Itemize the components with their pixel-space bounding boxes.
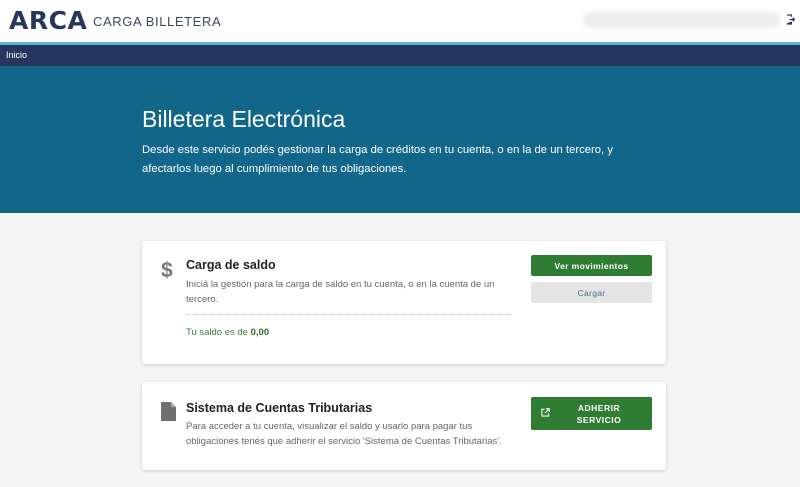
adherir-servicio-button[interactable]: ADHERIR SERVICIO	[531, 397, 652, 430]
card-carga-saldo: $ Carga de saldo Iniciá la gestión para …	[142, 241, 666, 364]
page-description: Desde este servicio podés gestionar la c…	[142, 144, 613, 175]
navbar: Inicio	[0, 45, 800, 66]
arca-logo[interactable]: ARCA	[9, 7, 87, 35]
hero-banner: Billetera Electrónica Desde este servici…	[0, 66, 800, 213]
external-link-icon	[541, 408, 550, 417]
dollar-icon: $	[161, 259, 173, 282]
card-cuentas-tributarias: Sistema de Cuentas Tributarias Para acce…	[142, 382, 666, 470]
document-icon	[161, 402, 176, 421]
page-title: Billetera Electrónica	[142, 106, 346, 132]
card-description: Iniciá la gestión para la carga de saldo…	[186, 279, 495, 305]
ver-movimientos-button[interactable]: Ver movimientos	[531, 255, 652, 276]
balance-value: 0,00	[250, 327, 270, 338]
balance-text: Tu saldo es de 0,00	[186, 327, 269, 339]
nav-link-inicio[interactable]: Inicio	[6, 50, 27, 61]
user-name-redacted[interactable]	[583, 12, 780, 28]
card-description: Para acceder a tu cuenta, visualizar el …	[186, 421, 502, 447]
balance-label: Tu saldo es de	[186, 327, 248, 338]
cargar-button[interactable]: Cargar	[531, 282, 652, 303]
card-title: Sistema de Cuentas Tributarias	[186, 401, 373, 415]
adherir-servicio-label: ADHERIR SERVICIO	[576, 403, 622, 425]
logout-icon[interactable]	[786, 14, 795, 25]
card-title: Carga de saldo	[186, 258, 276, 272]
divider	[186, 314, 511, 315]
app-name: CARGA BILLETERA	[93, 14, 222, 29]
top-header: ARCA CARGA BILLETERA	[0, 0, 800, 42]
